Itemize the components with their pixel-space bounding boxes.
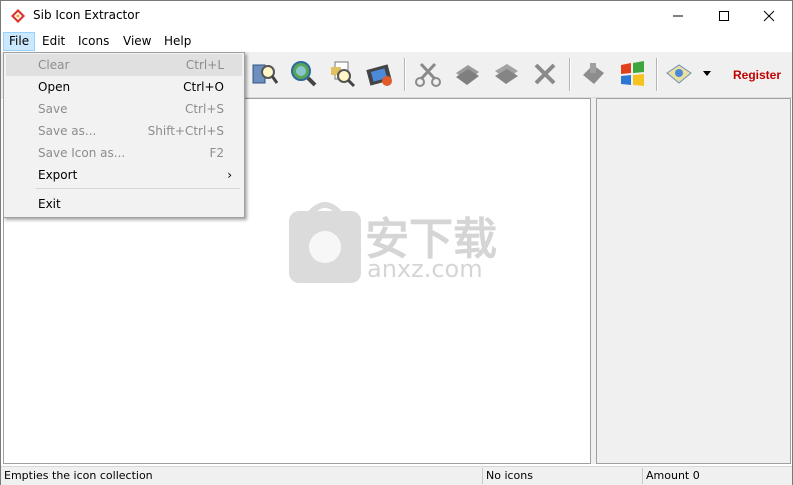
menu-item-label: Clear <box>38 58 70 72</box>
title-bar[interactable]: Sib Icon Extractor <box>1 1 792 31</box>
menu-item-shortcut: F2 <box>209 146 224 160</box>
paste-icon <box>495 64 518 84</box>
status-amount: Amount 0 <box>642 468 792 484</box>
icon-preview-pane[interactable] <box>596 98 791 464</box>
export-button[interactable] <box>664 59 694 89</box>
paste-button[interactable] <box>491 59 521 89</box>
status-hint: Empties the icon collection <box>4 469 153 482</box>
delete-button[interactable] <box>530 59 560 89</box>
watermark-subtext: anxz.com <box>367 255 483 283</box>
status-icon-count: No icons <box>482 468 642 484</box>
copy-icon <box>456 65 479 85</box>
toolbar-separator <box>569 58 571 91</box>
search-folder-icon <box>252 64 279 84</box>
search-file-button[interactable] <box>327 59 357 89</box>
export-icon <box>666 64 692 84</box>
menu-item-open[interactable]: Open Ctrl+O <box>6 76 242 98</box>
menu-view[interactable]: View <box>118 32 156 51</box>
search-folder-button[interactable] <box>249 59 279 89</box>
menu-item-save[interactable]: Save Ctrl+S <box>6 98 242 120</box>
watermark-logo: 安下载 anxz.com <box>289 201 509 286</box>
search-file-icon <box>331 61 356 88</box>
cut-button[interactable] <box>413 59 443 89</box>
register-link[interactable]: Register <box>733 68 781 82</box>
menu-item-label: Save as... <box>38 124 97 138</box>
menu-bar: File Edit Icons View Help <box>1 31 792 52</box>
menu-item-shortcut: Ctrl+O <box>183 80 224 94</box>
menu-item-clear[interactable]: Clear Ctrl+L <box>6 54 242 76</box>
menu-item-label: Save <box>38 102 68 116</box>
menu-item-label: Save Icon as... <box>38 146 126 160</box>
app-icon <box>11 9 25 23</box>
toolbar-separator <box>656 58 658 91</box>
film-icon <box>366 64 392 86</box>
menu-separator <box>36 188 240 189</box>
menu-item-shortcut: Ctrl+S <box>184 102 224 116</box>
maximize-button[interactable] <box>701 1 747 31</box>
window-title: Sib Icon Extractor <box>33 8 140 22</box>
file-menu-dropdown: Clear Ctrl+L Open Ctrl+O Save Ctrl+S Sav… <box>3 52 245 218</box>
app-window: Sib Icon Extractor File Edit Icons View … <box>0 0 793 485</box>
minimize-button[interactable] <box>655 1 701 31</box>
film-button[interactable] <box>365 59 395 89</box>
menu-item-shortcut: Ctrl+L <box>185 58 224 72</box>
search-globe-icon <box>291 61 317 87</box>
search-globe-button[interactable] <box>288 59 318 89</box>
close-icon <box>763 10 775 22</box>
maximize-icon <box>719 11 729 21</box>
hand-button[interactable] <box>578 59 608 89</box>
menu-item-save-as[interactable]: Save as... Shift+Ctrl+S <box>6 120 242 142</box>
menu-help[interactable]: Help <box>159 32 196 51</box>
status-bar: Empties the icon collection No icons Amo… <box>1 466 792 485</box>
windows-icon <box>621 61 644 86</box>
windows-button[interactable] <box>617 59 647 89</box>
delete-icon <box>534 63 556 85</box>
minimize-icon <box>673 15 683 17</box>
menu-item-label: Open <box>38 80 71 94</box>
menu-item-shortcut: Shift+Ctrl+S <box>147 124 224 138</box>
menu-item-label: Exit <box>38 197 61 211</box>
cut-icon <box>415 62 441 87</box>
menu-edit[interactable]: Edit <box>37 32 70 51</box>
menu-file[interactable]: File <box>3 32 36 51</box>
hand-icon <box>583 63 604 84</box>
menu-icons[interactable]: Icons <box>73 32 114 51</box>
menu-item-export[interactable]: Export › <box>6 164 242 186</box>
chevron-down-icon[interactable] <box>703 71 712 77</box>
close-button[interactable] <box>746 1 792 31</box>
menu-item-save-icon-as[interactable]: Save Icon as... F2 <box>6 142 242 164</box>
submenu-arrow-icon: › <box>227 168 232 182</box>
toolbar-separator <box>404 58 406 91</box>
copy-button[interactable] <box>452 59 482 89</box>
menu-item-label: Export <box>38 168 78 182</box>
menu-item-exit[interactable]: Exit <box>6 193 242 215</box>
